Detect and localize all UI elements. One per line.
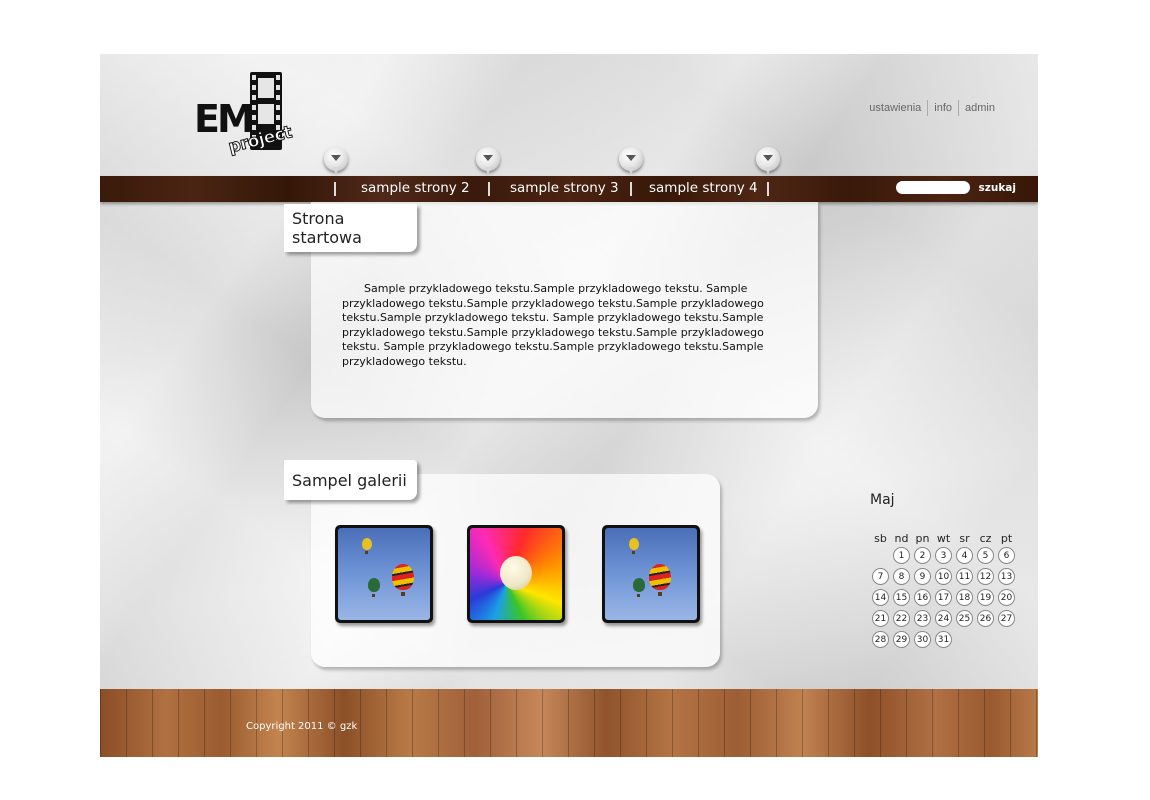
calendar-day[interactable]: 9 (914, 568, 931, 585)
calendar-day[interactable]: 21 (872, 610, 889, 627)
calendar-day[interactable]: 11 (956, 568, 973, 585)
content-text: Sample przykladowego tekstu.Sample przyk… (342, 282, 792, 369)
link-admin[interactable]: admin (959, 102, 1001, 114)
site-container: EM project ustawienia info admin sample … (100, 54, 1038, 757)
calendar-week: 7 8 9 10 11 12 13 (870, 566, 1020, 587)
search-input[interactable] (896, 181, 971, 194)
link-ustawienia[interactable]: ustawienia (863, 102, 927, 114)
nav-divider (488, 182, 490, 196)
nav-item-sample-strony-2[interactable]: sample strony 2 (361, 176, 471, 202)
calendar-day[interactable]: 18 (956, 589, 973, 606)
content-paragraph: Sample przykladowego tekstu.Sample przyk… (342, 282, 764, 368)
top-links: ustawienia info admin (863, 100, 1001, 116)
calendar-month: Maj (870, 492, 895, 508)
rainbow-swirl-image (470, 528, 562, 620)
weekday-label: nd (894, 532, 909, 545)
calendar-empty-cell (872, 547, 889, 564)
calendar-day[interactable]: 27 (998, 610, 1015, 627)
calendar-day[interactable]: 28 (872, 631, 889, 648)
calendar-day[interactable]: 24 (935, 610, 952, 627)
calendar-day[interactable]: 30 (914, 631, 931, 648)
calendar-day[interactable]: 20 (998, 589, 1015, 606)
calendar-day[interactable]: 26 (977, 610, 994, 627)
weekday-label: sr (959, 532, 970, 545)
calendar-day[interactable]: 1 (893, 547, 910, 564)
search-button[interactable]: szukaj (978, 182, 1016, 194)
calendar-empty-cell (998, 631, 1015, 648)
calendar-day[interactable]: 5 (977, 547, 994, 564)
calendar-day[interactable]: 31 (935, 631, 952, 648)
balloons-image (605, 528, 697, 620)
calendar-day[interactable]: 8 (893, 568, 910, 585)
calendar-week: 14 15 16 17 18 19 20 (870, 587, 1020, 608)
calendar-day[interactable]: 7 (872, 568, 889, 585)
link-info[interactable]: info (928, 102, 958, 114)
logo-letters: EM (194, 97, 255, 141)
page-title: Strona startowa (284, 204, 417, 252)
weekday-label: pn (915, 532, 930, 545)
nav-item-sample-strony-4[interactable]: sample strony 4 (649, 176, 759, 202)
weekday-label: cz (979, 532, 992, 545)
nav-item-sample-strony-3[interactable]: sample strony 3 (510, 176, 620, 202)
calendar-empty-cell (977, 631, 994, 648)
nav-item-label: sample strony 4 (649, 180, 758, 196)
nav-divider (630, 182, 632, 196)
calendar-header: sb nd pn wt sr cz pt (870, 532, 1020, 545)
calendar-week: 28 29 30 31 (870, 629, 1020, 650)
calendar-day[interactable]: 4 (956, 547, 973, 564)
logo[interactable]: EM project (194, 72, 294, 160)
weekday-label: sb (874, 532, 887, 545)
calendar-day[interactable]: 15 (893, 589, 910, 606)
nav-divider (334, 182, 336, 196)
nav-chevron-icon[interactable] (756, 147, 780, 175)
calendar-day[interactable]: 14 (872, 589, 889, 606)
footer: Copyright 2011 © gzk (100, 689, 1038, 757)
calendar-day[interactable]: 12 (977, 568, 994, 585)
calendar-day[interactable]: 23 (914, 610, 931, 627)
calendar-empty-cell (956, 631, 973, 648)
weekday-label: wt (936, 532, 951, 545)
calendar-day[interactable]: 3 (935, 547, 952, 564)
gallery-thumbnail-2[interactable] (467, 525, 565, 623)
nav-divider (767, 182, 769, 196)
calendar-grid: 1 2 3 4 5 6 7 8 9 10 11 12 13 14 15 16 17 18 19 20 21 22 23 24 2… (870, 545, 1020, 650)
nav-bar: sample strony 2 sample strony 3 sample s… (100, 176, 1038, 202)
balloons-image (338, 528, 430, 620)
gallery-title: Sampel galerii (284, 460, 417, 500)
nav-chevron-icon[interactable] (324, 147, 348, 175)
calendar-day[interactable]: 22 (893, 610, 910, 627)
weekday-label: pt (1000, 532, 1013, 545)
calendar-day[interactable]: 16 (914, 589, 931, 606)
calendar-day[interactable]: 19 (977, 589, 994, 606)
nav-chevron-icon[interactable] (476, 147, 500, 175)
calendar-day[interactable]: 13 (998, 568, 1015, 585)
search-box: szukaj (896, 181, 1016, 194)
nav-item-label: sample strony 2 (361, 180, 470, 196)
gallery-thumbnail-3[interactable] (602, 525, 700, 623)
calendar-day[interactable]: 10 (935, 568, 952, 585)
calendar-day[interactable]: 25 (956, 610, 973, 627)
calendar-day[interactable]: 6 (998, 547, 1015, 564)
nav-chevron-icon[interactable] (619, 147, 643, 175)
copyright-text: Copyright 2011 © gzk (246, 721, 358, 732)
calendar: Maj sb nd pn wt sr cz pt 1 2 3 4 5 6 7 8 9 10 11 12… (870, 492, 1020, 650)
calendar-day[interactable]: 17 (935, 589, 952, 606)
calendar-day[interactable]: 2 (914, 547, 931, 564)
calendar-week: 123456 (870, 545, 1020, 566)
calendar-week: 21 22 23 24 25 26 27 (870, 608, 1020, 629)
gallery-thumbnail-1[interactable] (335, 525, 433, 623)
calendar-day[interactable]: 29 (893, 631, 910, 648)
nav-item-label: sample strony 3 (510, 180, 619, 196)
